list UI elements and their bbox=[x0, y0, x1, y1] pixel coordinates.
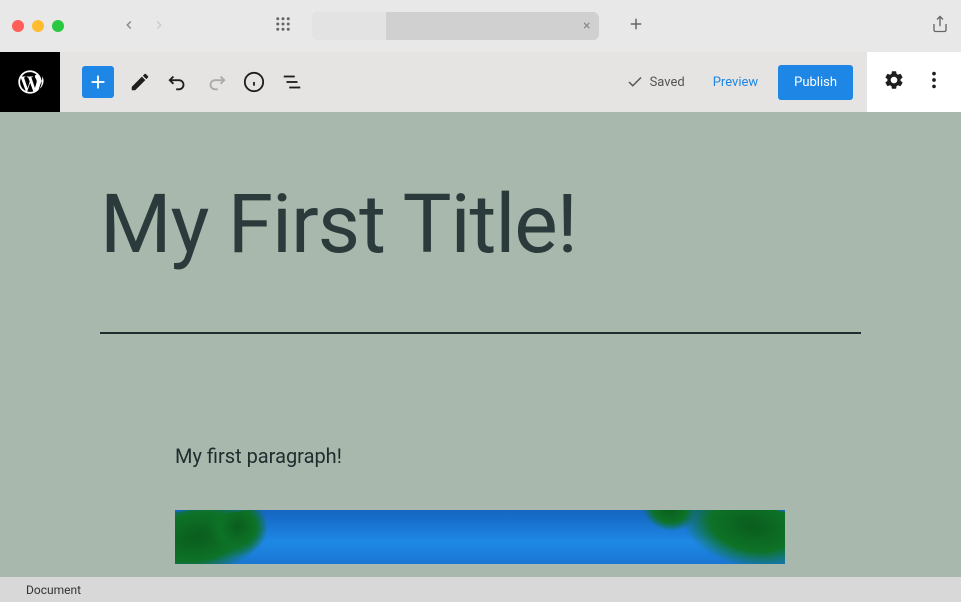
close-window-button[interactable] bbox=[12, 20, 24, 32]
post-title[interactable]: My First Title! bbox=[100, 182, 861, 268]
settings-panel bbox=[867, 52, 961, 112]
publish-button[interactable]: Publish bbox=[778, 65, 853, 100]
minimize-window-button[interactable] bbox=[32, 20, 44, 32]
address-bar[interactable]: × bbox=[312, 12, 599, 40]
maximize-window-button[interactable] bbox=[52, 20, 64, 32]
browser-chrome: × bbox=[0, 0, 961, 52]
saved-label: Saved bbox=[650, 75, 685, 90]
status-label: Document bbox=[26, 583, 81, 597]
info-icon[interactable] bbox=[242, 70, 266, 94]
forward-button[interactable] bbox=[152, 17, 166, 36]
paragraph-block[interactable]: My first paragraph! bbox=[100, 444, 861, 468]
preview-button[interactable]: Preview bbox=[701, 67, 770, 98]
separator-block[interactable] bbox=[100, 332, 861, 334]
check-icon bbox=[626, 73, 644, 91]
toolbar-left bbox=[60, 66, 304, 98]
palm-decoration bbox=[659, 510, 785, 564]
image-block[interactable] bbox=[175, 510, 785, 564]
toolbar-right: Saved Preview Publish bbox=[626, 52, 961, 112]
wordpress-logo[interactable] bbox=[0, 52, 60, 112]
edit-tool-icon[interactable] bbox=[128, 70, 152, 94]
add-block-button[interactable] bbox=[82, 66, 114, 98]
share-icon[interactable] bbox=[931, 15, 949, 37]
apps-grid-icon[interactable] bbox=[274, 15, 292, 37]
status-bar: Document bbox=[0, 577, 961, 602]
outline-icon[interactable] bbox=[280, 70, 304, 94]
window-controls bbox=[12, 20, 64, 32]
new-tab-button[interactable] bbox=[627, 15, 645, 37]
navigation-arrows bbox=[122, 17, 166, 36]
gear-icon[interactable] bbox=[883, 69, 905, 95]
saved-status: Saved bbox=[626, 73, 685, 91]
back-button[interactable] bbox=[122, 17, 136, 36]
editor-toolbar: Saved Preview Publish bbox=[0, 52, 961, 112]
editor-canvas[interactable]: My First Title! My first paragraph! bbox=[0, 112, 961, 577]
more-options-icon[interactable] bbox=[923, 69, 945, 95]
palm-decoration bbox=[175, 510, 280, 564]
clear-address-icon[interactable]: × bbox=[583, 18, 590, 34]
undo-button[interactable] bbox=[166, 70, 190, 94]
redo-button[interactable] bbox=[204, 70, 228, 94]
